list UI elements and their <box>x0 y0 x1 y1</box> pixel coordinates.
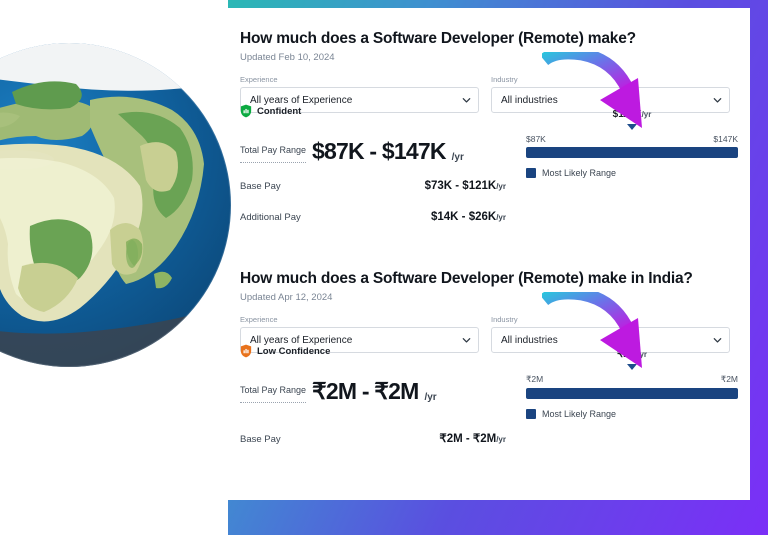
chevron-down-icon <box>461 95 471 104</box>
range-bar <box>526 147 738 158</box>
base-pay-row-2: Base Pay ₹2M - ₹2M/yr <box>240 429 518 447</box>
chart-legend-2: Most Likely Range <box>526 409 738 419</box>
base-pay-label: Base Pay <box>240 181 281 192</box>
chart-legend: Most Likely Range <box>526 168 738 178</box>
base-pay-value-group-2: ₹2M - ₹2M/yr <box>439 429 506 447</box>
chevron-down-icon <box>712 95 722 104</box>
salary-section-1: How much does a Software Developer (Remo… <box>228 30 750 223</box>
additional-pay-value-group: $14K - $26K/yr <box>431 207 506 225</box>
additional-pay-label: Additional Pay <box>240 212 301 223</box>
page-title-2: How much does a Software Developer (Remo… <box>240 270 693 287</box>
industry-filter-label: Industry <box>491 75 518 84</box>
shield-bars-icon <box>240 104 252 118</box>
chart-marker-2: ₹2M/yr <box>526 344 738 370</box>
total-pay-range-value: $87K - $147K <box>312 138 446 164</box>
chevron-down-icon <box>712 335 722 344</box>
industry-filter-label-2: Industry <box>491 315 518 324</box>
total-pay-range-label-2: Total Pay Range <box>240 384 307 403</box>
earth-globe-icon <box>0 40 234 370</box>
legend-label-2: Most Likely Range <box>542 409 617 419</box>
marker-caret-icon <box>627 364 637 370</box>
base-pay-label-2: Base Pay <box>240 434 281 445</box>
chart-marker-unit: /yr <box>641 110 652 119</box>
card-content: How much does a Software Developer (Remo… <box>228 8 750 500</box>
salary-section-2: How much does a Software Developer (Remo… <box>228 270 750 445</box>
shield-bars-icon <box>240 344 252 358</box>
legend-swatch <box>526 168 536 178</box>
chart-max-label-2: ₹2M <box>720 374 738 384</box>
chart-scale-labels: $87K $147K <box>526 134 738 144</box>
chart-min-label: $87K <box>526 134 546 144</box>
experience-filter-label-2: Experience <box>240 315 278 324</box>
chart-marker-value-2: ₹2M <box>616 349 638 360</box>
range-bar-2 <box>526 388 738 399</box>
experience-filter-label: Experience <box>240 75 278 84</box>
screenshot-stage: How much does a Software Developer (Remo… <box>0 0 768 535</box>
chevron-down-icon <box>461 335 471 344</box>
page-title: How much does a Software Developer (Remo… <box>240 30 636 47</box>
base-pay-value-group: $73K - $121K/yr <box>425 176 506 194</box>
total-pay-range-unit: /yr <box>451 152 464 163</box>
total-pay-range-unit-2: /yr <box>424 392 437 403</box>
base-pay-row: Base Pay $73K - $121K/yr <box>240 176 518 194</box>
confidence-badge: Confident <box>240 104 518 118</box>
confidence-label-2: Low Confidence <box>257 345 331 357</box>
total-pay-range-row-2: Total Pay Range ₹2M - ₹2M /yr <box>240 380 518 403</box>
pay-range-chart-1: $113K/yr $87K $147K Most Likely Range <box>526 104 738 178</box>
chart-max-label: $147K <box>713 134 738 144</box>
confidence-label: Confident <box>257 105 302 117</box>
marker-caret-icon <box>627 124 637 130</box>
chart-marker-value: $113K <box>612 109 642 120</box>
base-pay-value: $73K - $121K <box>424 180 497 192</box>
legend-swatch-2 <box>526 409 536 419</box>
total-pay-range-row: Total Pay Range $87K - $147K /yr <box>240 140 518 163</box>
chart-scale-labels-2: ₹2M ₹2M <box>526 374 738 385</box>
additional-pay-row: Additional Pay $14K - $26K/yr <box>240 207 518 225</box>
legend-label: Most Likely Range <box>542 168 617 178</box>
total-pay-range-label: Total Pay Range <box>240 144 307 163</box>
base-pay-unit-2: /yr <box>496 435 506 444</box>
chart-marker: $113K/yr <box>526 104 738 130</box>
confidence-badge-2: Low Confidence <box>240 344 518 358</box>
updated-date-2: Updated Apr 12, 2024 <box>240 292 333 303</box>
pay-details-2: Low Confidence Total Pay Range ₹2M - ₹2M… <box>240 344 518 447</box>
updated-date: Updated Feb 10, 2024 <box>240 52 335 63</box>
pay-range-chart-2: ₹2M/yr ₹2M ₹2M Most Likely Range <box>526 344 738 419</box>
total-pay-range-value-2: ₹2M - ₹2M <box>312 378 419 404</box>
additional-pay-unit: /yr <box>496 213 506 222</box>
pay-details-1: Confident Total Pay Range $87K - $147K /… <box>240 104 518 225</box>
chart-marker-unit-2: /yr <box>637 350 648 359</box>
base-pay-value-2: ₹2M - ₹2M <box>439 433 497 445</box>
additional-pay-value: $14K - $26K <box>430 211 497 223</box>
base-pay-unit: /yr <box>496 182 506 191</box>
chart-min-label-2: ₹2M <box>526 374 544 384</box>
